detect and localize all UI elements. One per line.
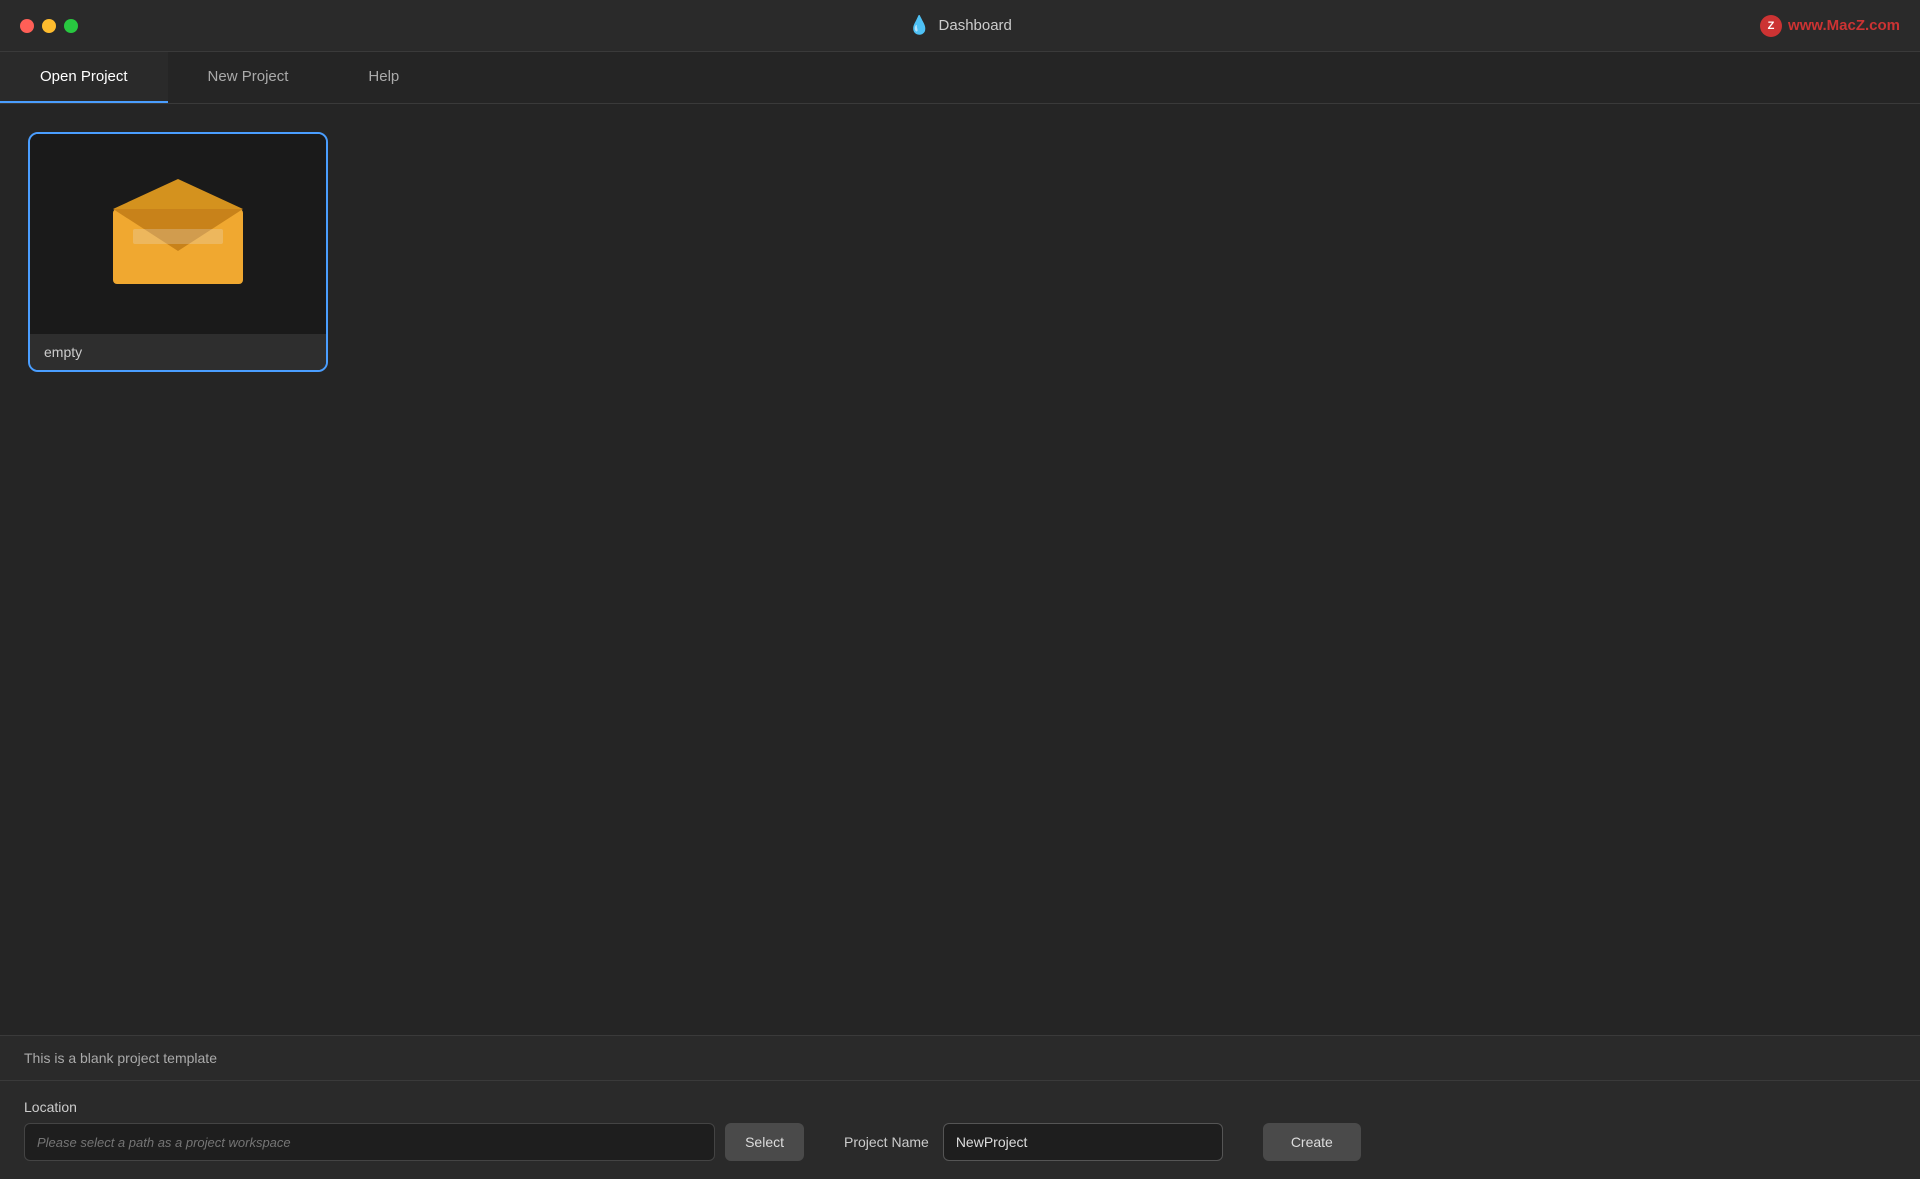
description-bar: This is a blank project template [0,1036,1920,1081]
title-center: 💧 Dashboard [908,15,1012,36]
maximize-button[interactable] [64,19,78,33]
select-button[interactable]: Select [725,1123,804,1161]
location-label: Location [24,1099,804,1115]
project-card-empty[interactable]: empty [28,132,328,372]
app-title: Dashboard [939,17,1012,34]
minimize-button[interactable] [42,19,56,33]
main-content: empty [0,104,1920,1035]
watermark: Z www.MacZ.com [1760,15,1900,37]
tab-open-project[interactable]: Open Project [0,52,168,103]
create-button[interactable]: Create [1263,1123,1361,1161]
title-bar: 💧 Dashboard Z www.MacZ.com [0,0,1920,52]
location-group: Location Select [24,1099,804,1161]
project-name-group: Project Name [844,1123,1223,1161]
window-controls [20,19,78,33]
bottom-bar: This is a blank project template Locatio… [0,1035,1920,1179]
tab-help[interactable]: Help [328,52,439,103]
location-input-row: Select [24,1123,804,1161]
title-icon: 💧 [908,15,930,36]
project-thumbnail [30,134,326,334]
close-button[interactable] [20,19,34,33]
location-row-container: Location Select Project Name Create [24,1099,1896,1161]
project-grid: empty [20,124,1900,380]
location-input[interactable] [24,1123,715,1161]
project-name-field-label: Project Name [844,1134,929,1150]
location-bar: Location Select Project Name Create [0,1081,1920,1179]
project-name-label: empty [30,334,326,370]
tab-new-project[interactable]: New Project [168,52,329,103]
project-name-input[interactable] [943,1123,1223,1161]
tabs-bar: Open Project New Project Help [0,52,1920,104]
macz-logo-icon: Z [1760,15,1782,37]
envelope-icon [108,179,248,289]
